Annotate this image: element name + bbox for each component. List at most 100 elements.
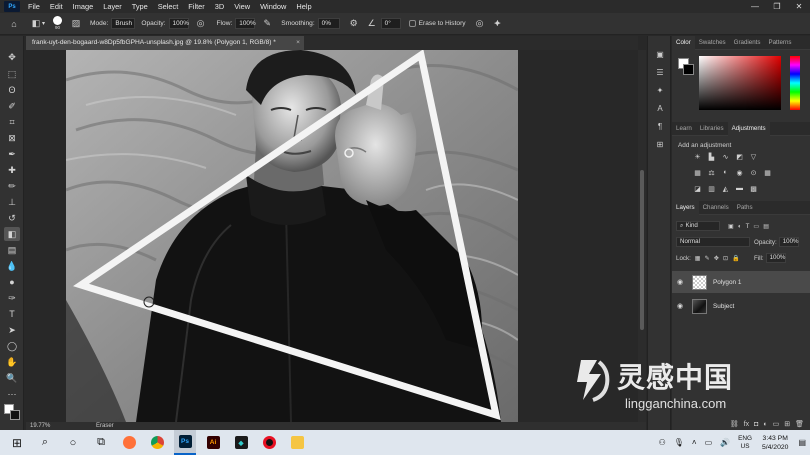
glyphs-panel-icon[interactable]: ⊞ [654, 138, 666, 150]
fill-input[interactable]: 100% [765, 253, 786, 263]
windows-start-icon[interactable]: ⊞ [6, 430, 28, 455]
smoothing-settings-icon[interactable]: ⚙ [348, 18, 360, 30]
erase-to-history-checkbox[interactable] [408, 20, 416, 27]
tab-libraries[interactable]: Libraries [696, 122, 728, 136]
gradient-map-icon[interactable]: ▬ [734, 184, 745, 193]
brightness-icon[interactable]: ☀ [692, 152, 703, 161]
paragraph-panel-icon[interactable]: ¶ [654, 120, 666, 132]
layer-opacity-input[interactable]: 100% [778, 237, 799, 247]
background-color-swatch[interactable] [10, 410, 20, 420]
zoom-tool-icon[interactable]: 🔍 [4, 371, 20, 385]
menu-edit[interactable]: Edit [45, 0, 68, 13]
menu-help[interactable]: Help [291, 0, 316, 13]
illustrator-taskbar-icon[interactable]: Ai [202, 430, 224, 455]
language-indicator[interactable]: ENG US [738, 435, 752, 451]
microphone-icon[interactable]: 🎙 [674, 438, 684, 447]
tab-patterns[interactable]: Patterns [764, 36, 795, 50]
shape-tool-icon[interactable]: ◯ [4, 339, 20, 353]
properties-panel-icon[interactable]: ☰ [654, 66, 666, 78]
flow-input[interactable]: 100% [235, 18, 256, 29]
move-tool-icon[interactable]: ✥ [4, 50, 20, 64]
path-selection-tool-icon[interactable]: ➤ [4, 323, 20, 337]
layer-name[interactable]: Subject [713, 303, 734, 310]
opacity-input[interactable]: 100% [168, 18, 189, 29]
photoshop-taskbar-icon[interactable]: Ps [174, 430, 196, 455]
task-view-icon[interactable]: ⧉ [90, 430, 112, 455]
lasso-tool-icon[interactable]: ʘ [4, 83, 20, 97]
filter-pixel-icon[interactable]: ▣ [728, 223, 734, 230]
color-background-swatch[interactable] [683, 64, 694, 75]
people-icon[interactable]: ⚇ [659, 438, 666, 447]
tab-layers[interactable]: Layers [672, 200, 699, 215]
volume-icon[interactable]: 🔊 [720, 438, 730, 447]
tab-color[interactable]: Color [672, 35, 695, 50]
network-icon[interactable]: ▭ [705, 438, 713, 447]
menu-window[interactable]: Window [255, 0, 291, 13]
lock-transparent-icon[interactable]: ▦ [695, 255, 701, 262]
character-panel-icon[interactable]: A [654, 102, 666, 114]
add-mask-icon[interactable]: ◘ [754, 421, 758, 428]
levels-icon[interactable]: ▙ [706, 152, 717, 161]
visibility-eye-icon[interactable]: ◉ [672, 278, 688, 286]
history-panel-icon[interactable]: ▣ [654, 48, 666, 60]
menu-type[interactable]: Type [127, 0, 153, 13]
clone-stamp-tool-icon[interactable]: ⊥ [4, 195, 20, 209]
lock-paint-icon[interactable]: ✎ [705, 255, 710, 262]
mode-select[interactable]: Brush [111, 18, 136, 29]
lock-all-icon[interactable]: 🔒 [732, 254, 740, 262]
invert-icon[interactable]: ◪ [692, 184, 703, 193]
black-white-icon[interactable]: ◐ [720, 168, 731, 177]
color-balance-icon[interactable]: ⚖ [706, 168, 717, 177]
new-adjustment-icon[interactable]: ◐ [763, 421, 767, 428]
home-icon[interactable]: ⌂ [8, 18, 20, 30]
menu-file[interactable]: File [23, 0, 45, 13]
minimize-button[interactable]: — [744, 0, 766, 13]
restore-button[interactable]: ❐ [766, 0, 788, 13]
brush-panel-icon[interactable]: ✦ [654, 84, 666, 96]
tab-paths[interactable]: Paths [733, 201, 757, 215]
color-lookup-icon[interactable]: ▦ [762, 168, 773, 177]
canvas-area[interactable] [26, 50, 638, 422]
filter-shape-icon[interactable]: ▭ [753, 223, 759, 230]
search-icon[interactable]: ⌕ [34, 430, 56, 455]
blur-tool-icon[interactable]: 💧 [4, 259, 20, 273]
history-brush-tool-icon[interactable]: ↺ [4, 211, 20, 225]
document-tab[interactable]: frank-uyt-den-bogaard-w8Dp5fbGPHA-unspla… [26, 36, 304, 50]
tab-learn[interactable]: Learn [672, 122, 696, 136]
layer-row[interactable]: ◉ Polygon 1 [672, 271, 810, 293]
brush-tool-icon[interactable]: ✏ [4, 179, 20, 193]
delete-layer-icon[interactable]: 🗑 [795, 420, 804, 428]
firefox-icon[interactable] [118, 430, 140, 455]
notifications-icon[interactable]: ▤ [798, 438, 806, 447]
layer-row[interactable]: ◉ Subject [672, 295, 810, 317]
pen-tool-icon[interactable]: ✑ [4, 291, 20, 305]
tab-channels[interactable]: Channels [699, 201, 733, 215]
show-hidden-icons-icon[interactable]: ˄ [692, 438, 697, 447]
chrome-icon[interactable] [146, 430, 168, 455]
photo-filter-icon[interactable]: ◉ [734, 168, 745, 177]
visibility-eye-icon[interactable]: ◉ [672, 302, 688, 310]
type-tool-icon[interactable]: T [4, 307, 20, 321]
layer-name[interactable]: Polygon 1 [713, 279, 741, 286]
filter-type-icon[interactable]: T [746, 223, 750, 230]
scrollbar-thumb[interactable] [640, 170, 644, 330]
curves-icon[interactable]: ∿ [720, 152, 731, 161]
tab-adjustments[interactable]: Adjustments [727, 121, 770, 136]
preset-dropdown-icon[interactable]: ▾ [42, 20, 45, 27]
close-button[interactable]: ✕ [788, 0, 810, 13]
eyedropper-tool-icon[interactable]: ✒ [4, 147, 20, 161]
brush-settings-icon[interactable]: ▨ [70, 18, 82, 30]
cortana-icon[interactable]: ○ [62, 430, 84, 455]
eraser-tool-icon[interactable]: ◧ [4, 227, 20, 241]
channel-mixer-icon[interactable]: ⊙ [748, 168, 759, 177]
posterize-icon[interactable]: ▥ [706, 184, 717, 193]
layer-style-icon[interactable]: fx [744, 421, 749, 428]
clock[interactable]: 3:43 PM 5/4/2020 [762, 434, 788, 452]
more-tools-icon[interactable]: ⋯ [4, 387, 20, 401]
pressure-opacity-icon[interactable]: ◎ [195, 18, 207, 30]
hand-tool-icon[interactable]: ✋ [4, 355, 20, 369]
file-explorer-icon[interactable] [286, 430, 308, 455]
filter-smart-icon[interactable]: ▤ [763, 223, 769, 230]
menu-view[interactable]: View [229, 0, 255, 13]
new-group-icon[interactable]: ▭ [773, 420, 780, 428]
